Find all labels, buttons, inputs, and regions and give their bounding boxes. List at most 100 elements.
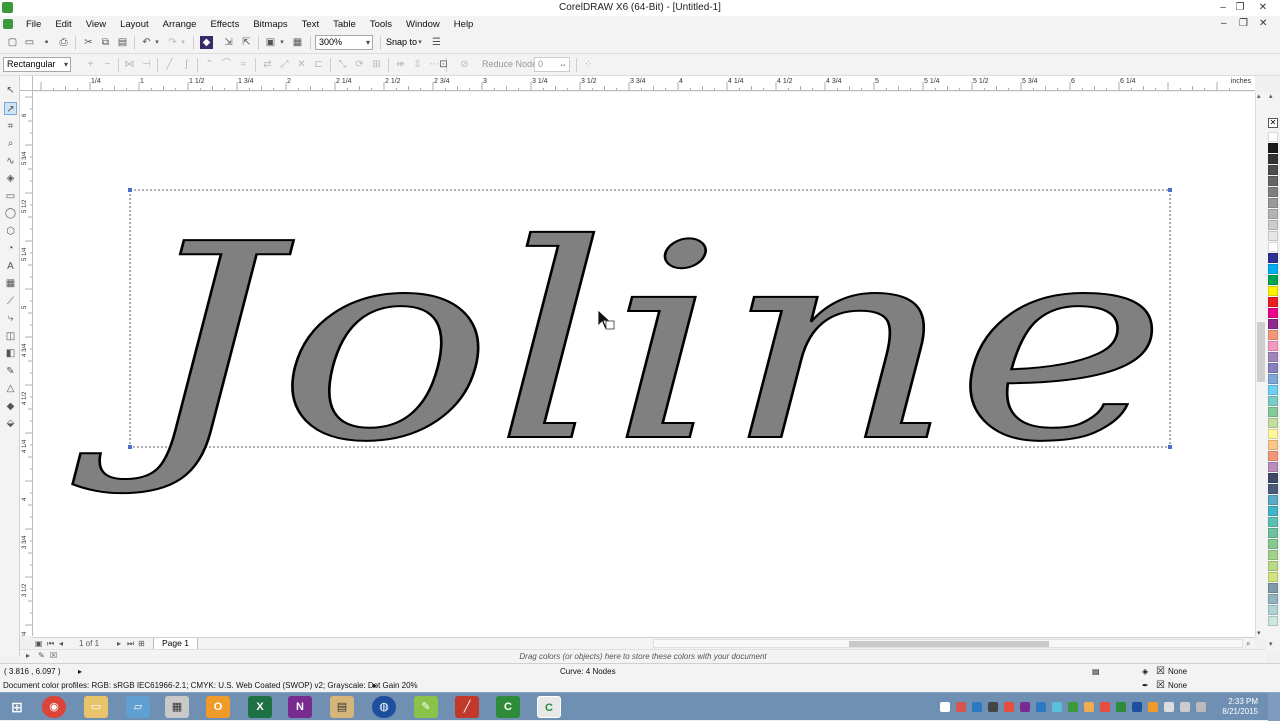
color-swatch[interactable] <box>1268 583 1278 593</box>
vertical-ruler[interactable]: 6 5 3/4 5 1/2 5 1/4 5 4 3/4 4 1/2 4 1/4 4 3 3/4 3 … <box>20 91 33 636</box>
tray-app-icon[interactable] <box>1068 702 1078 712</box>
add-node-icon[interactable]: + <box>84 58 97 71</box>
color-swatch[interactable] <box>1268 484 1278 494</box>
document-icon[interactable] <box>3 19 13 29</box>
color-swatch[interactable] <box>1268 517 1278 527</box>
scroll-up-icon[interactable]: ▴ <box>1257 92 1261 100</box>
basic-shapes-tool-icon[interactable]: ◔ <box>4 242 17 255</box>
tray-app-icon[interactable] <box>1132 702 1142 712</box>
menu-text[interactable]: Text <box>295 19 326 30</box>
outlook-icon[interactable]: O <box>206 696 230 718</box>
tray-app-icon[interactable] <box>972 702 982 712</box>
color-swatch[interactable] <box>1268 275 1278 285</box>
extend-curve-icon[interactable]: ⤢ <box>278 58 291 71</box>
notepad-icon[interactable]: ▱ <box>126 696 150 718</box>
menu-tools[interactable]: Tools <box>363 19 399 30</box>
drawing-canvas[interactable]: Joline <box>33 92 1255 637</box>
stretch-nodes-icon[interactable]: ⤡ <box>336 58 349 71</box>
first-page-icon[interactable]: ⏮ <box>47 639 54 649</box>
menu-view[interactable]: View <box>79 19 113 30</box>
undo-dropdown-icon[interactable]: ▾ <box>153 36 161 49</box>
color-swatch[interactable] <box>1268 143 1278 153</box>
color-swatch[interactable] <box>1268 374 1278 384</box>
curve-smoothness-input[interactable]: 0 ⇔ <box>534 57 570 72</box>
maximize-button[interactable]: ❐ <box>1231 1 1249 14</box>
photo-viewer-icon[interactable]: ▤ <box>330 696 354 718</box>
color-swatch[interactable] <box>1268 341 1278 351</box>
object-details-icon[interactable]: ▤ <box>1092 667 1100 676</box>
application-launcher-icon[interactable]: ▣ <box>264 36 277 49</box>
color-swatch[interactable] <box>1268 440 1278 450</box>
tray-app-icon[interactable] <box>956 702 966 712</box>
color-swatch[interactable] <box>1268 451 1278 461</box>
reverse-direction-icon[interactable]: ⇄ <box>261 58 274 71</box>
color-swatch[interactable] <box>1268 220 1278 230</box>
to-line-icon[interactable]: ╱ <box>163 58 176 71</box>
menu-help[interactable]: Help <box>447 19 481 30</box>
menu-bitmaps[interactable]: Bitmaps <box>246 19 294 30</box>
scroll-down-icon[interactable]: ▾ <box>1257 629 1261 637</box>
dimension-tool-icon[interactable]: ⟋ <box>4 295 17 308</box>
copy-icon[interactable]: ⧉ <box>99 36 112 49</box>
connector-tool-icon[interactable]: ⤷ <box>4 312 17 325</box>
add-page-icon[interactable]: ⊞ <box>138 639 145 648</box>
page-options-icon[interactable]: ▣ <box>35 639 43 648</box>
redo-dropdown-icon[interactable]: ▾ <box>179 36 187 49</box>
vertical-scrollbar[interactable]: ▴ ▾ <box>1255 92 1266 637</box>
volume-icon[interactable] <box>1196 702 1206 712</box>
corel-connect-icon[interactable]: C <box>537 696 561 718</box>
new-document-icon[interactable]: ▢ <box>6 36 19 49</box>
color-swatch[interactable] <box>1268 572 1278 582</box>
corel-capture-icon[interactable]: C <box>496 696 520 718</box>
color-swatch[interactable] <box>1268 495 1278 505</box>
color-swatch[interactable] <box>1268 297 1278 307</box>
outline-tool-icon[interactable]: △ <box>4 382 17 395</box>
snap-to-dropdown-icon[interactable]: ▾ <box>416 36 424 49</box>
cusp-node-icon[interactable]: ⌃ <box>203 58 216 71</box>
blend-tool-icon[interactable]: ◫ <box>4 330 17 343</box>
zoom-level-select[interactable]: 300% ▾ <box>315 35 373 50</box>
reduce-nodes-icon[interactable]: ⊘ <box>458 58 471 71</box>
horizontal-scrollbar[interactable] <box>653 639 1243 648</box>
launcher-dropdown-icon[interactable]: ▾ <box>278 36 286 49</box>
calculator-icon[interactable]: ▦ <box>165 696 189 718</box>
tray-app-icon[interactable] <box>988 702 998 712</box>
break-curve-icon[interactable]: ⊣ <box>140 58 153 71</box>
color-swatch[interactable] <box>1268 330 1278 340</box>
open-icon[interactable]: ▭ <box>23 36 36 49</box>
rectangle-tool-icon[interactable]: ▭ <box>4 190 17 203</box>
palette-scroll-down-icon[interactable]: ▾ <box>1269 640 1273 648</box>
tray-app-icon[interactable] <box>1004 702 1014 712</box>
close-curve-icon[interactable]: ⊏ <box>312 58 325 71</box>
excel-icon[interactable]: X <box>248 696 272 718</box>
join-nodes-icon[interactable]: ⋈ <box>123 58 136 71</box>
color-swatch[interactable] <box>1268 165 1278 175</box>
text-tool-icon[interactable]: A <box>4 260 17 273</box>
welcome-screen-icon[interactable]: ▦ <box>291 36 304 49</box>
symmetrical-node-icon[interactable]: ≈ <box>237 58 250 71</box>
color-swatch[interactable] <box>1268 319 1278 329</box>
search-content-icon[interactable]: ◆ <box>200 36 213 49</box>
tray-app-icon[interactable] <box>1084 702 1094 712</box>
menu-table[interactable]: Table <box>326 19 363 30</box>
save-icon[interactable]: ▪ <box>40 36 53 49</box>
color-swatch[interactable] <box>1268 506 1278 516</box>
onenote-icon[interactable]: N <box>288 696 312 718</box>
script-lettering[interactable]: Joline <box>70 185 1169 502</box>
selection-mode-select[interactable]: Rectangular ▾ <box>3 57 71 72</box>
outline-none-icon[interactable]: ☒ <box>1156 680 1165 691</box>
color-swatch[interactable] <box>1268 154 1278 164</box>
color-swatch[interactable] <box>1268 198 1278 208</box>
no-color-swatch[interactable]: ✕ <box>1268 118 1278 128</box>
color-swatch[interactable] <box>1268 242 1278 252</box>
polygon-tool-icon[interactable]: ⬡ <box>4 225 17 238</box>
color-swatch[interactable] <box>1268 132 1278 142</box>
doc-minimize-icon[interactable]: – <box>1221 18 1227 29</box>
color-swatch[interactable] <box>1268 561 1278 571</box>
last-page-icon[interactable]: ⏭ <box>127 639 134 649</box>
color-swatch[interactable] <box>1268 231 1278 241</box>
paste-icon[interactable]: ▤ <box>116 36 129 49</box>
tray-app-icon[interactable] <box>1116 702 1126 712</box>
crop-tool-icon[interactable]: ⌗ <box>4 120 17 133</box>
align-nodes-icon[interactable]: ⊞ <box>370 58 383 71</box>
